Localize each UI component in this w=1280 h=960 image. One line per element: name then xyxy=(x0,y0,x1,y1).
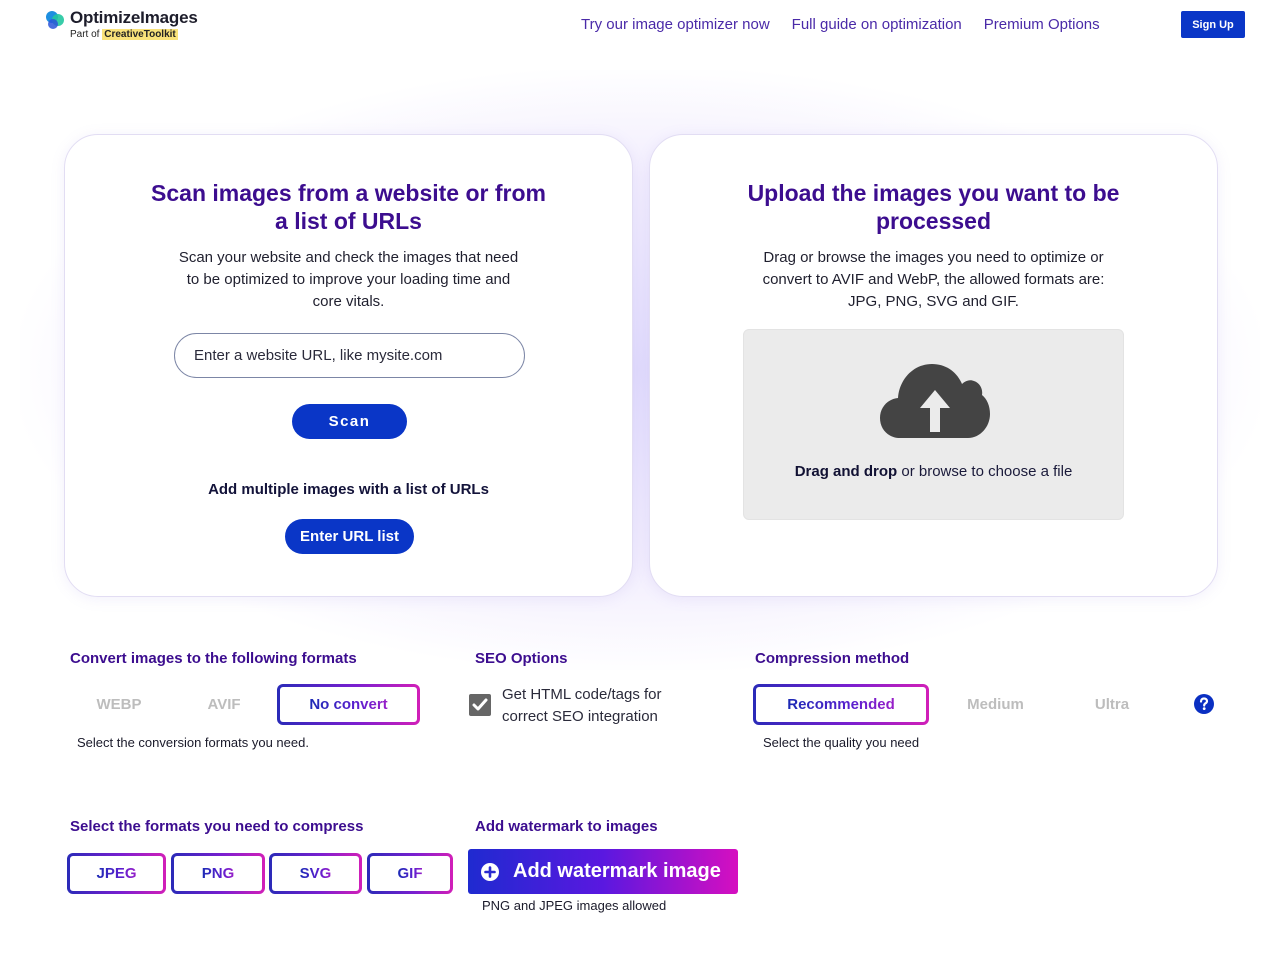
compression-option-recommended-label: Recommended xyxy=(787,696,895,713)
compress-format-gif[interactable]: GIF xyxy=(367,853,453,894)
nav-link-try-optimizer[interactable]: Try our image optimizer now xyxy=(581,15,770,35)
compression-option-medium[interactable]: Medium xyxy=(933,684,1058,725)
compress-format-gif-label: GIF xyxy=(397,865,423,882)
nav-link-premium[interactable]: Premium Options xyxy=(984,15,1100,35)
plus-circle-icon xyxy=(481,862,499,881)
nav-link-guide[interactable]: Full guide on optimization xyxy=(792,15,962,35)
compression-option-recommended[interactable]: Recommended xyxy=(753,684,929,725)
website-url-input[interactable] xyxy=(174,333,525,378)
compression-option-ultra[interactable]: Ultra xyxy=(1062,684,1162,725)
question-circle-icon[interactable] xyxy=(1194,694,1214,714)
logo-icon xyxy=(46,11,64,29)
convert-option-no-convert-label: No convert xyxy=(309,696,388,713)
watermark-help-text: PNG and JPEG images allowed xyxy=(482,898,667,913)
add-watermark-label: Add watermark image xyxy=(513,860,721,882)
upload-card: Upload the images you want to be process… xyxy=(649,134,1218,597)
file-dropzone[interactable]: Drag and drop or browse to choose a file xyxy=(743,329,1124,520)
compress-format-jpeg[interactable]: JPEG xyxy=(67,853,166,894)
watermark-section-title: Add watermark to images xyxy=(475,818,658,835)
compression-help-text: Select the quality you need xyxy=(763,735,920,750)
seo-checkbox-label[interactable]: Get HTML code/tags for correct SEO integr… xyxy=(502,684,662,728)
dropzone-text-bold: Drag and drop xyxy=(794,463,898,480)
cloud-upload-icon xyxy=(880,364,990,438)
logo[interactable]: OptimizeImages Part of CreativeToolkit xyxy=(45,8,198,41)
dropzone-text: Drag and drop or browse to choose a file xyxy=(744,463,1123,480)
brand-subtitle: Part of CreativeToolkit xyxy=(70,29,198,41)
seo-checkbox[interactable] xyxy=(469,694,491,716)
sign-up-button[interactable]: Sign Up xyxy=(1181,11,1245,38)
brand-subtitle-prefix: Part of xyxy=(70,29,103,40)
compress-format-jpeg-label: JPEG xyxy=(96,865,137,882)
convert-option-webp[interactable]: WEBP xyxy=(67,684,171,725)
compression-section-title: Compression method xyxy=(755,650,910,667)
seo-label-line-2: correct SEO integration xyxy=(502,708,658,725)
main-nav: Try our image optimizer now Full guide o… xyxy=(581,15,1100,35)
upload-card-title: Upload the images you want to be process… xyxy=(747,180,1120,234)
compress-formats-title: Select the formats you need to compress xyxy=(70,818,364,835)
convert-option-avif[interactable]: AVIF xyxy=(174,684,274,725)
brand-name: OptimizeImages xyxy=(70,8,198,27)
dropzone-text-rest: or browse to choose a file xyxy=(897,463,1073,480)
convert-help-text: Select the conversion formats you need. xyxy=(77,735,309,750)
site-header: OptimizeImages Part of CreativeToolkit T… xyxy=(0,0,1280,52)
convert-option-no-convert[interactable]: No convert xyxy=(277,684,420,725)
scan-card: Scan images from a website or from a lis… xyxy=(64,134,633,597)
checkmark-icon xyxy=(472,698,488,711)
seo-section-title: SEO Options xyxy=(475,650,568,667)
compress-format-svg-label: SVG xyxy=(299,865,332,882)
enter-url-list-button[interactable]: Enter URL list xyxy=(285,519,414,554)
upload-card-description: Drag or browse the images you need to op… xyxy=(762,249,1105,310)
compress-format-svg[interactable]: SVG xyxy=(269,853,362,894)
compress-format-png[interactable]: PNG xyxy=(171,853,265,894)
convert-section-title: Convert images to the following formats xyxy=(70,650,357,667)
compress-format-png-label: PNG xyxy=(201,865,235,882)
scan-card-description: Scan your website and check the images t… xyxy=(178,249,519,310)
seo-label-line-1: Get HTML code/tags for xyxy=(502,686,662,703)
multi-url-label: Add multiple images with a list of URLs xyxy=(208,481,489,498)
brand-subtitle-highlight: CreativeToolkit xyxy=(102,29,178,40)
scan-card-title: Scan images from a website or from a lis… xyxy=(151,180,546,234)
scan-button[interactable]: Scan xyxy=(292,404,407,439)
add-watermark-button[interactable]: Add watermark image xyxy=(468,849,738,894)
